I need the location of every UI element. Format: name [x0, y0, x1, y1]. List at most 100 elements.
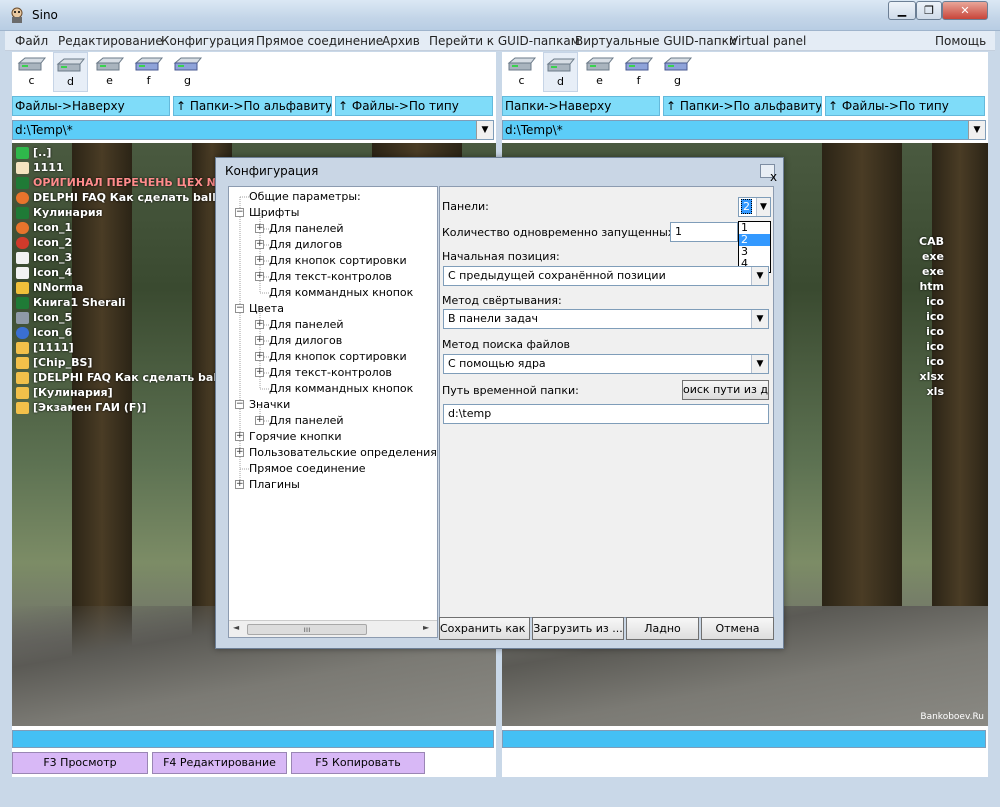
collapse-icon[interactable]: −: [235, 208, 244, 217]
chevron-down-icon[interactable]: ▼: [751, 355, 768, 373]
instances-input[interactable]: 1: [670, 222, 738, 242]
search-method-select[interactable]: С помощью ядра ▼: [443, 354, 769, 374]
list-item[interactable]: [DELPHI FAQ Как сделать balloon: [16, 370, 248, 385]
sort-folders-alpha-button[interactable]: ↑ Папки->По альфавиту: [663, 96, 822, 116]
scroll-thumb[interactable]: ııı: [247, 624, 367, 635]
panels-select[interactable]: 2 ▼: [738, 197, 771, 217]
tree-colors-text-controls[interactable]: Для текст-контролов: [269, 366, 392, 380]
collapse-icon[interactable]: −: [235, 304, 244, 313]
tree-direct-connection[interactable]: Прямое соединение: [249, 462, 366, 476]
load-from-button[interactable]: Загрузить из ...: [532, 617, 624, 640]
tree-colors-command-buttons[interactable]: Для коммандных кнопок: [269, 382, 413, 396]
menu-direct-connection[interactable]: Прямое соединение: [256, 34, 383, 48]
temp-path-input[interactable]: d:\temp: [443, 404, 769, 424]
list-item[interactable]: DELPHI FAQ Как сделать balloon t: [16, 190, 248, 205]
save-as-button[interactable]: Сохранить как ...: [439, 617, 530, 640]
menu-help[interactable]: Помощь: [935, 34, 986, 48]
tree-general[interactable]: Общие параметры:: [249, 190, 361, 204]
start-position-select[interactable]: С предыдущей сохранённой позиции ▼: [443, 266, 769, 286]
list-item[interactable]: ОРИГИНАЛ ПЕРЕЧЕНЬ ЦЕХ №1 20: [16, 175, 248, 190]
chevron-down-icon[interactable]: ▼: [476, 121, 493, 139]
tree-icons[interactable]: Значки: [249, 398, 290, 412]
drive-e[interactable]: e: [582, 52, 617, 92]
chevron-down-icon[interactable]: ▼: [751, 267, 768, 285]
tree-fonts[interactable]: Шрифты: [249, 206, 299, 220]
maximize-button[interactable]: ❐: [916, 1, 942, 20]
cancel-button[interactable]: Отмена: [701, 617, 774, 640]
sort-files-top-button[interactable]: Файлы->Наверху: [12, 96, 170, 116]
path-combo[interactable]: d:\Temp\* ▼: [12, 120, 494, 140]
tree-hotkeys[interactable]: Горячие кнопки: [249, 430, 342, 444]
ok-button[interactable]: Ладно: [626, 617, 699, 640]
tree-fonts-text-controls[interactable]: Для текст-контролов: [269, 270, 392, 284]
tree-colors-sort-buttons[interactable]: Для кнопок сортировки: [269, 350, 407, 364]
expand-icon[interactable]: +: [255, 224, 264, 233]
expand-icon[interactable]: +: [255, 240, 264, 249]
f3-view-button[interactable]: F3 Просмотр: [12, 752, 148, 774]
list-item[interactable]: Icon_4: [16, 265, 248, 280]
list-item[interactable]: [Chip_BS]: [16, 355, 248, 370]
list-item[interactable]: 1111: [16, 160, 248, 175]
drive-g[interactable]: g: [170, 52, 205, 92]
expand-icon[interactable]: +: [255, 320, 264, 329]
tree-fonts-dialogs[interactable]: Для дилогов: [269, 238, 342, 252]
drive-e[interactable]: e: [92, 52, 127, 92]
collapse-icon[interactable]: −: [235, 400, 244, 409]
tree-user-defs[interactable]: Пользовательские определения эле: [249, 446, 437, 460]
menu-virtual-panel[interactable]: Virtual panel: [730, 34, 806, 48]
drive-f[interactable]: f: [131, 52, 166, 92]
tree-fonts-command-buttons[interactable]: Для коммандных кнопок: [269, 286, 413, 300]
tree-icons-panels[interactable]: Для панелей: [269, 414, 344, 428]
list-item[interactable]: Icon_1: [16, 220, 248, 235]
chevron-down-icon[interactable]: ▼: [968, 121, 985, 139]
drive-d[interactable]: d: [53, 52, 88, 92]
chevron-down-icon[interactable]: ▼: [751, 310, 768, 328]
tree-hscrollbar[interactable]: ◄ ııı ►: [229, 620, 437, 637]
drive-c[interactable]: c: [504, 52, 539, 92]
expand-icon[interactable]: +: [255, 272, 264, 281]
scroll-left-icon[interactable]: ◄: [233, 623, 239, 632]
list-item[interactable]: Кулинария: [16, 205, 248, 220]
tree-colors-panels[interactable]: Для панелей: [269, 318, 344, 332]
sort-folders-top-button[interactable]: Папки->Наверху: [502, 96, 660, 116]
list-item[interactable]: Icon_2: [16, 235, 248, 250]
list-item[interactable]: Icon_5: [16, 310, 248, 325]
scroll-right-icon[interactable]: ►: [423, 623, 429, 632]
list-item[interactable]: [1111]: [16, 340, 248, 355]
sort-files-type-button[interactable]: ↑ Файлы->По типу: [335, 96, 493, 116]
menu-file[interactable]: Файл: [15, 34, 48, 48]
tree-fonts-panels[interactable]: Для панелей: [269, 222, 344, 236]
tree-colors-dialogs[interactable]: Для дилогов: [269, 334, 342, 348]
expand-icon[interactable]: +: [235, 480, 244, 489]
expand-icon[interactable]: +: [255, 256, 264, 265]
close-button[interactable]: ✕: [942, 1, 988, 20]
drive-f[interactable]: f: [621, 52, 656, 92]
minimize-button[interactable]: ▁: [888, 1, 916, 20]
drive-d[interactable]: d: [543, 52, 578, 92]
expand-icon[interactable]: +: [255, 336, 264, 345]
drive-c[interactable]: c: [14, 52, 49, 92]
tree-colors[interactable]: Цвета: [249, 302, 284, 316]
expand-icon[interactable]: +: [235, 448, 244, 457]
expand-icon[interactable]: +: [255, 368, 264, 377]
list-item[interactable]: [Экзамен ГАИ (F)]: [16, 400, 248, 415]
menu-edit[interactable]: Редактирование: [58, 34, 163, 48]
menu-goto-guid[interactable]: Перейти к GUID-папкам: [429, 34, 580, 48]
f5-copy-button[interactable]: F5 Копировать: [291, 752, 425, 774]
chevron-down-icon[interactable]: ▼: [756, 198, 770, 216]
list-item[interactable]: Icon_6: [16, 325, 248, 340]
find-temp-path-button[interactable]: оиск пути из дис: [682, 380, 769, 400]
tree-fonts-sort-buttons[interactable]: Для кнопок сортировки: [269, 254, 407, 268]
menu-archive[interactable]: Архив: [382, 34, 420, 48]
dialog-close-button[interactable]: x: [760, 164, 777, 183]
path-combo[interactable]: d:\Temp\* ▼: [502, 120, 986, 140]
tree-plugins[interactable]: Плагины: [249, 478, 300, 492]
expand-icon[interactable]: +: [235, 432, 244, 441]
drive-g[interactable]: g: [660, 52, 695, 92]
menu-config[interactable]: Конфигурация: [161, 34, 254, 48]
list-item[interactable]: Icon_3: [16, 250, 248, 265]
list-item[interactable]: [Кулинария]: [16, 385, 248, 400]
list-item[interactable]: Книга1 Sherali: [16, 295, 248, 310]
minimize-select[interactable]: В панели задач ▼: [443, 309, 769, 329]
menu-virtual-guid[interactable]: Виртуальные GUID-папки: [575, 34, 737, 48]
